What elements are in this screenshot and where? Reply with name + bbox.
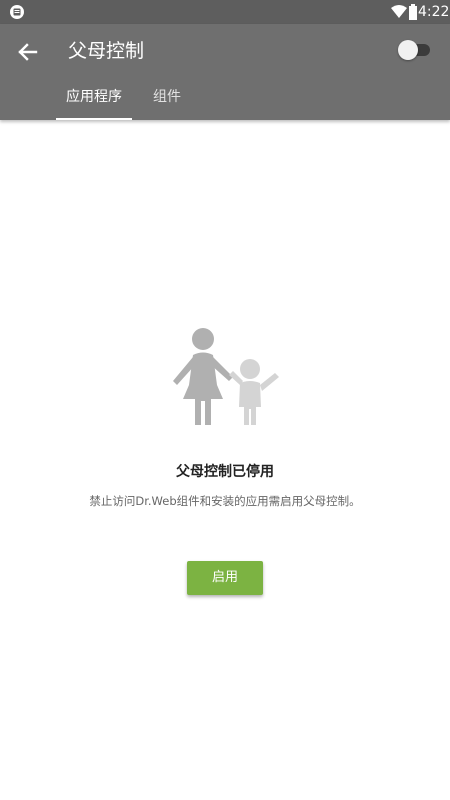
notification-icon <box>10 5 24 19</box>
tab-components[interactable]: 组件 <box>140 84 194 120</box>
empty-state-title: 父母控制已停用 <box>176 464 274 480</box>
status-time: 4:22 <box>418 4 450 20</box>
tab-apps[interactable]: 应用程序 <box>56 84 132 120</box>
wifi-icon <box>391 5 407 18</box>
enable-button[interactable]: 启用 <box>187 561 263 595</box>
battery-icon <box>409 4 417 20</box>
parent-child-icon <box>173 328 279 425</box>
tab-indicator <box>56 118 132 120</box>
toggle-thumb <box>398 40 418 60</box>
parental-control-toggle[interactable] <box>398 40 432 60</box>
status-bar: 4:22 <box>0 0 450 24</box>
back-arrow-icon[interactable] <box>12 37 42 67</box>
app-bar: 父母控制 应用程序 组件 <box>0 24 450 120</box>
page-title: 父母控制 <box>68 40 145 62</box>
empty-state-description: 禁止访问Dr.Web组件和安装的应用需启用父母控制。 <box>89 494 361 508</box>
